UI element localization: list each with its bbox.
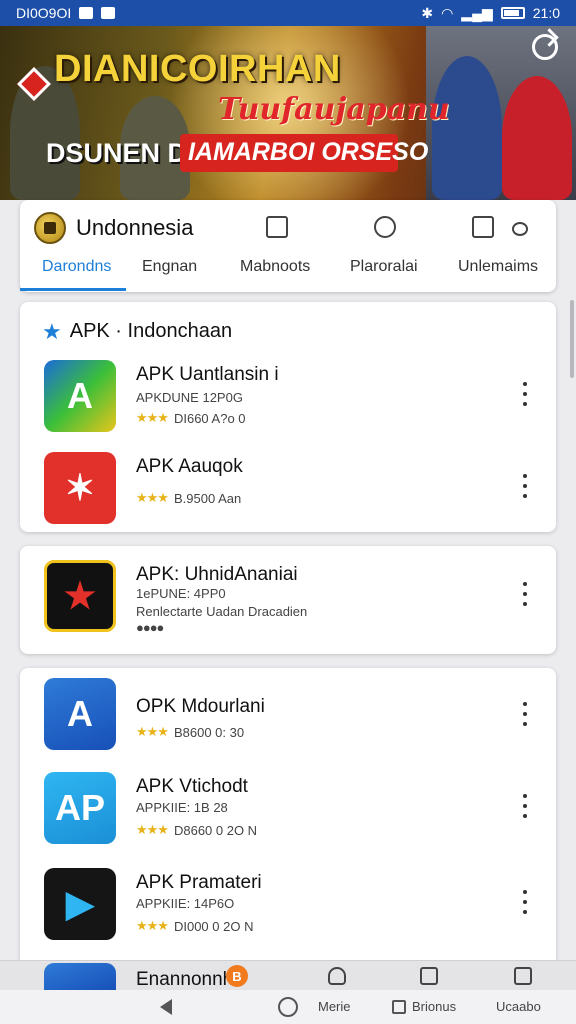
app-rating-row: ★★★ DI000 0 2O N — [136, 918, 253, 934]
section-title: ★ APK · Indonchaan — [42, 320, 232, 343]
signal-icon: ▂▄▆ — [461, 4, 493, 21]
rating-stars-icon: ★★★ — [136, 490, 169, 505]
recents-icon[interactable] — [392, 1000, 406, 1014]
status-time: 21:0 — [532, 5, 560, 21]
app-name: APK Vtichodt — [136, 776, 248, 797]
notification-icon — [79, 7, 94, 19]
back-icon[interactable] — [160, 999, 172, 1015]
app-meta: APPKIIE: 1B 28 — [136, 800, 228, 815]
games-icon[interactable] — [328, 967, 346, 985]
partial-app-icon — [44, 963, 116, 991]
app-name: OPK Mdourlani — [136, 696, 265, 717]
app-name: APK: UhnidAnaniai — [136, 564, 298, 585]
bottom-tab-label[interactable]: Enannonnh — [136, 969, 233, 991]
app-rating-text: D8660 0 2O N — [173, 822, 258, 838]
tab-engnan[interactable]: Engnan — [142, 258, 197, 276]
system-nav-item-3[interactable]: Ucaabo — [496, 999, 541, 1014]
app-rating-row: ★★★ B.9500 Aan — [136, 490, 241, 506]
status-bar: DI0O9OI ✱ ◠ ▂▄▆ 21:0 — [0, 0, 576, 26]
apk-section-card-2: ★ APK: UhnidAnaniai 1ePUNE: 4PP0 Renlect… — [20, 546, 556, 654]
rating-dots-icon: ●●●● — [136, 620, 164, 635]
scrollbar[interactable] — [570, 300, 574, 378]
apk-section-card-1: ★ APK · Indonchaan A APK Uantlansin i AP… — [20, 302, 556, 532]
more-options-icon[interactable] — [520, 474, 530, 498]
list-item[interactable]: ▶ APK Pramateri APPKIIE: 14P6O ★★★ DI000… — [20, 868, 556, 952]
document-icon[interactable] — [266, 216, 288, 238]
star-flag-icon: ★ — [44, 560, 116, 632]
a-logo-icon: A — [44, 360, 116, 432]
app-meta: APPKIIE: 14P6O — [136, 896, 235, 911]
app-name: APK Uantlansin i — [136, 364, 279, 385]
header-nav-card: Undonnesia Darondns Engnan Mabnoots Plar… — [20, 200, 556, 292]
notification-badge: B — [226, 965, 248, 987]
tab-plaroralai[interactable]: Plaroralai — [350, 258, 418, 276]
play-logo-icon: ▶ — [44, 868, 116, 940]
tab-bar: Darondns Engnan Mabnoots Plaroralai Unle… — [20, 256, 556, 292]
apk-section-card-3: A OPK Mdourlani ★★★ B8600 0: 30 AP APK V… — [20, 668, 556, 968]
a-logo-blue-icon: A — [44, 678, 116, 750]
system-nav-item-2[interactable]: Brionus — [412, 999, 456, 1014]
app-rating-text: DI660 A?o 0 — [173, 410, 246, 426]
active-tab-indicator — [20, 288, 126, 291]
list-item[interactable]: AP APK Vtichodt APPKIIE: 1B 28 ★★★ D8660… — [20, 772, 556, 856]
list-item[interactable]: ★ APK: UhnidAnaniai 1ePUNE: 4PP0 Renlect… — [20, 560, 556, 644]
rating-stars-icon: ★★★ — [136, 918, 169, 933]
wifi-icon: ◠ — [441, 4, 454, 21]
app-meta: APKDUNE 12P0G — [136, 390, 243, 405]
tab-darondns[interactable]: Darondns — [42, 258, 111, 276]
list-item[interactable]: ✶ APK Aauqok ★★★ B.9500 Aan — [20, 452, 556, 536]
rating-stars-icon: ★★★ — [136, 724, 169, 739]
system-nav-item-1[interactable]: Merie — [318, 999, 351, 1014]
list-item[interactable]: A OPK Mdourlani ★★★ B8600 0: 30 — [20, 678, 556, 762]
rating-stars-icon: ★★★ — [136, 822, 169, 837]
share-icon[interactable] — [532, 34, 558, 60]
banner-cartoon-officer — [432, 56, 502, 200]
more-options-icon[interactable] — [520, 582, 530, 606]
tab-unlemaims[interactable]: Unlemaims — [458, 258, 538, 276]
ap-logo-icon: AP — [44, 772, 116, 844]
more-options-icon[interactable] — [520, 382, 530, 406]
app-rating-row: ★★★ D8660 0 2O N — [136, 822, 257, 838]
app-meta: 1ePUNE: 4PP0 — [136, 586, 226, 601]
apps-icon[interactable] — [420, 967, 438, 985]
promo-banner[interactable]: DIANICOIRHAN Tuufaujapanu DSUNEN DAN IAM… — [0, 26, 576, 200]
more-options-icon[interactable] — [520, 890, 530, 914]
app-name: APK Pramateri — [136, 872, 262, 893]
app-rating-text: B.9500 Aan — [173, 490, 242, 506]
bluetooth-icon: ✱ — [421, 4, 434, 21]
bubble-icon[interactable] — [512, 222, 528, 236]
app-rating-text: DI000 0 2O N — [173, 918, 254, 934]
banner-caption-right: IAMARBOI ORSESO — [188, 138, 429, 166]
app-rating-row: ★★★ B8600 0: 30 — [136, 724, 244, 740]
system-nav-bar: Merie Brionus Ucaabo — [0, 990, 576, 1024]
banner-title: DIANICOIRHAN — [54, 48, 341, 90]
star-icon: ★ — [42, 318, 62, 344]
section-title-label: APK · Indonchaan — [69, 320, 233, 342]
app-description: Renlectarte Uadan Dracadien — [136, 604, 308, 619]
app-rating-row: ★★★ DI660 A?o 0 — [136, 410, 246, 426]
more-options-icon[interactable] — [520, 794, 530, 818]
library-icon[interactable] — [472, 216, 494, 238]
list-item[interactable]: A APK Uantlansin i APKDUNE 12P0G ★★★ DI6… — [20, 360, 556, 444]
rating-stars-icon: ★★★ — [136, 410, 169, 425]
app-name: APK Aauqok — [136, 456, 243, 477]
bottom-tab-bar: Enannonnh B — [0, 960, 576, 991]
more-options-icon[interactable] — [520, 702, 530, 726]
battery-icon — [500, 7, 525, 19]
star-badge-icon: ✶ — [44, 452, 116, 524]
status-carrier-text: DI0O9OI — [16, 5, 72, 21]
app-rating-text: B8600 0: 30 — [173, 724, 245, 740]
banner-subtitle: Tuufaujapanu — [218, 92, 450, 127]
banner-cartoon-boy — [502, 76, 572, 200]
home-icon[interactable] — [278, 997, 298, 1017]
tab-mabnoots[interactable]: Mabnoots — [240, 258, 310, 276]
updates-icon[interactable] — [514, 967, 532, 985]
chat-icon[interactable] — [374, 216, 396, 238]
message-icon — [101, 7, 116, 19]
